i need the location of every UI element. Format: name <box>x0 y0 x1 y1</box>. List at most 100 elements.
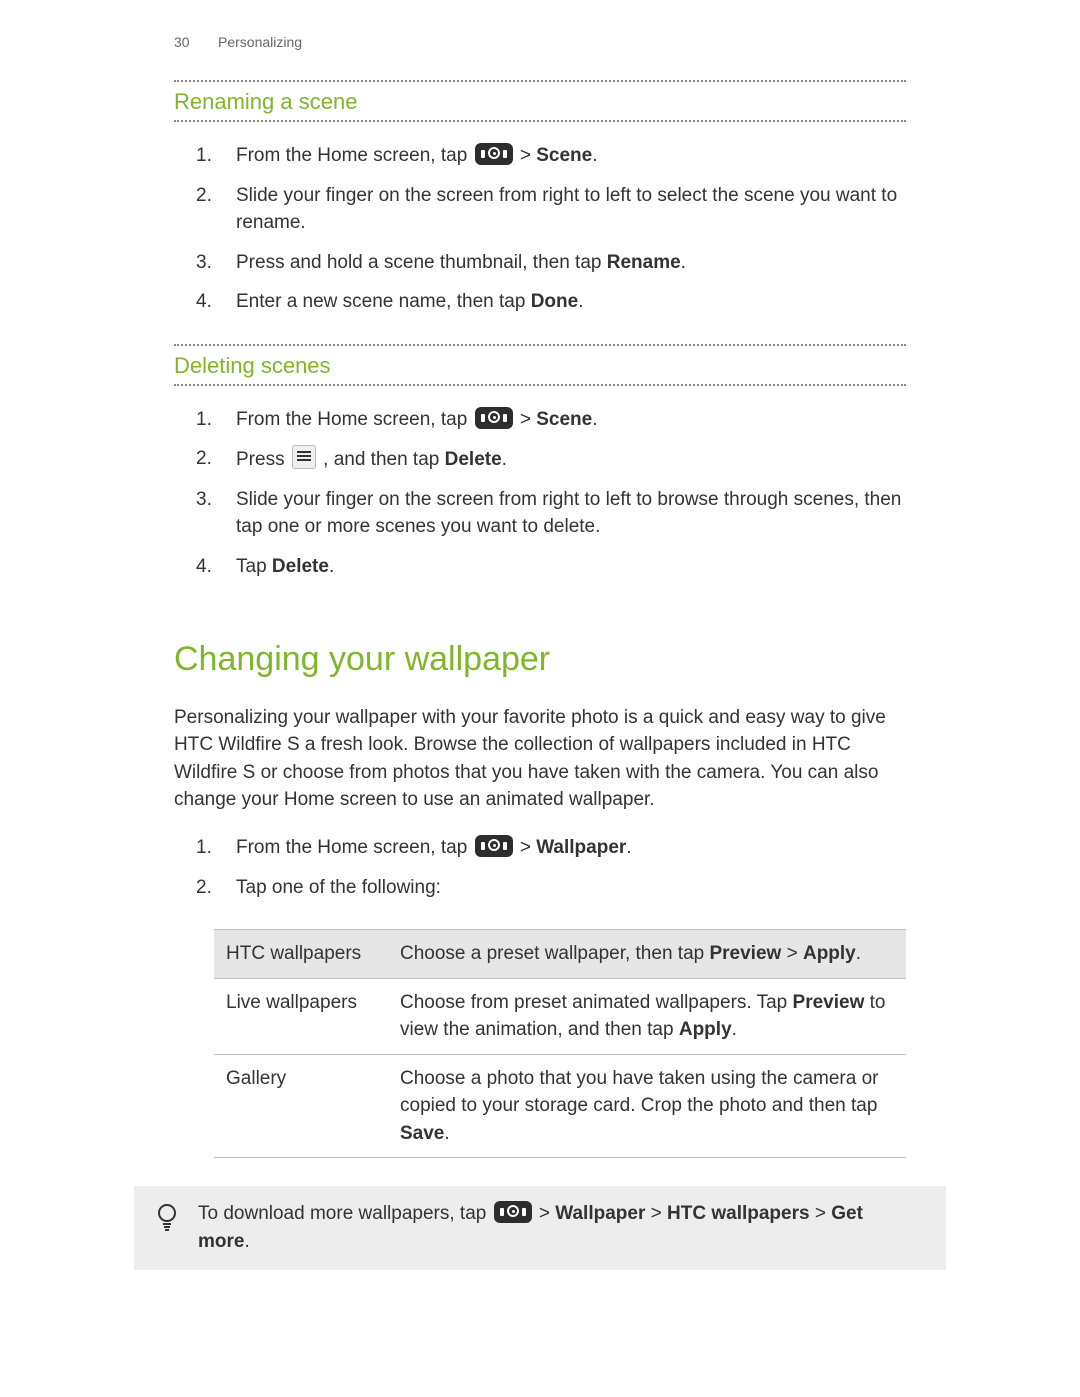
running-header: 30 Personalizing <box>174 32 906 52</box>
delete-label: Delete <box>445 449 502 470</box>
wallpaper-label: Wallpaper <box>555 1203 645 1224</box>
text: > <box>520 145 536 166</box>
apply-label: Apply <box>679 1019 732 1040</box>
lightbulb-icon <box>154 1202 180 1232</box>
list-item: 2. Slide your finger on the screen from … <box>196 176 906 243</box>
list-item: 2. Press , and then tap Delete. <box>196 439 906 480</box>
personalize-icon <box>475 407 513 429</box>
step-text: Tap one of the following: <box>236 874 906 902</box>
text: . <box>502 449 507 470</box>
text: . <box>732 1019 737 1040</box>
option-label-htc: HTC wallpapers <box>214 930 388 979</box>
personalize-icon <box>475 835 513 857</box>
delete-label: Delete <box>272 556 329 577</box>
step-number: 3. <box>196 249 222 277</box>
text: . <box>856 943 861 964</box>
rename-label: Rename <box>607 252 681 273</box>
wallpaper-label: Wallpaper <box>536 837 626 858</box>
table-row: Gallery Choose a photo that you have tak… <box>214 1054 906 1158</box>
text: From the Home screen, tap <box>236 145 473 166</box>
menu-icon <box>292 445 316 469</box>
step-number: 1. <box>196 406 222 434</box>
htc-wallpapers-label: HTC wallpapers <box>667 1203 810 1224</box>
step-number: 2. <box>196 874 222 902</box>
text: > <box>781 943 803 964</box>
text: > <box>520 837 536 858</box>
section-heading-renaming: Renaming a scene <box>174 80 906 122</box>
list-item: 1. From the Home screen, tap > Wallpaper… <box>196 828 906 868</box>
text: Press <box>236 449 290 470</box>
list-item: 4. Enter a new scene name, then tap Done… <box>196 282 906 322</box>
tip-text: To download more wallpapers, tap > Wallp… <box>198 1200 906 1255</box>
personalize-icon <box>494 1201 532 1223</box>
text: Press and hold a scene thumbnail, then t… <box>236 252 607 273</box>
list-item: 1. From the Home screen, tap > Scene. <box>196 136 906 176</box>
step-text: Slide your finger on the screen from rig… <box>236 486 906 541</box>
list-item: 1. From the Home screen, tap > Scene. <box>196 400 906 440</box>
step-text: From the Home screen, tap > Scene. <box>236 406 906 434</box>
step-number: 2. <box>196 182 222 237</box>
personalize-icon <box>475 143 513 165</box>
save-label: Save <box>400 1123 444 1144</box>
table-row: HTC wallpapers Choose a preset wallpaper… <box>214 930 906 979</box>
page: 30 Personalizing Renaming a scene 1. Fro… <box>0 0 1080 1310</box>
text: . <box>329 556 334 577</box>
option-desc: Choose from preset animated wallpapers. … <box>388 978 906 1054</box>
text: Tap <box>236 556 272 577</box>
section-heading-deleting: Deleting scenes <box>174 344 906 386</box>
list-item: 4. Tap Delete. <box>196 547 906 587</box>
text: . <box>681 252 686 273</box>
step-number: 1. <box>196 142 222 170</box>
text: Enter a new scene name, then tap <box>236 291 531 312</box>
text: Choose a preset wallpaper, then tap <box>400 943 709 964</box>
text: . <box>592 409 597 430</box>
text: . <box>244 1231 249 1252</box>
list-item: 3. Press and hold a scene thumbnail, the… <box>196 243 906 283</box>
apply-label: Apply <box>803 943 856 964</box>
text: , and then tap <box>323 449 445 470</box>
text: From the Home screen, tap <box>236 409 473 430</box>
text: > <box>520 409 536 430</box>
wallpaper-options-table: HTC wallpapers Choose a preset wallpaper… <box>214 929 906 1158</box>
step-text: From the Home screen, tap > Scene. <box>236 142 906 170</box>
text: Choose from preset animated wallpapers. … <box>400 992 793 1013</box>
step-text: Press , and then tap Delete. <box>236 445 906 474</box>
wallpaper-intro: Personalizing your wallpaper with your f… <box>174 704 906 814</box>
renaming-steps: 1. From the Home screen, tap > Scene. 2.… <box>174 136 906 322</box>
section-heading-wallpaper: Changing your wallpaper <box>174 635 906 684</box>
step-text: Slide your finger on the screen from rig… <box>236 182 906 237</box>
deleting-steps: 1. From the Home screen, tap > Scene. 2.… <box>174 400 906 587</box>
step-text: Tap Delete. <box>236 553 906 581</box>
step-number: 2. <box>196 445 222 474</box>
step-number: 4. <box>196 288 222 316</box>
text: . <box>578 291 583 312</box>
preview-label: Preview <box>709 943 781 964</box>
chapter-title: Personalizing <box>218 32 302 52</box>
step-text: From the Home screen, tap > Wallpaper. <box>236 834 906 862</box>
text: > <box>539 1203 555 1224</box>
text: > <box>645 1203 667 1224</box>
option-desc: Choose a preset wallpaper, then tap Prev… <box>388 930 906 979</box>
step-number: 3. <box>196 486 222 541</box>
text: . <box>444 1123 449 1144</box>
text: > <box>810 1203 832 1224</box>
wallpaper-steps: 1. From the Home screen, tap > Wallpaper… <box>174 828 906 907</box>
table-row: Live wallpapers Choose from preset anima… <box>214 978 906 1054</box>
done-label: Done <box>531 291 579 312</box>
list-item: 3. Slide your finger on the screen from … <box>196 480 906 547</box>
text: From the Home screen, tap <box>236 837 473 858</box>
option-label-live: Live wallpapers <box>214 978 388 1054</box>
list-item: 2. Tap one of the following: <box>196 868 906 908</box>
scene-label: Scene <box>536 409 592 430</box>
step-text: Enter a new scene name, then tap Done. <box>236 288 906 316</box>
step-text: Press and hold a scene thumbnail, then t… <box>236 249 906 277</box>
tip-box: To download more wallpapers, tap > Wallp… <box>134 1186 946 1269</box>
text: . <box>592 145 597 166</box>
option-desc: Choose a photo that you have taken using… <box>388 1054 906 1158</box>
scene-label: Scene <box>536 145 592 166</box>
preview-label: Preview <box>793 992 865 1013</box>
text: Choose a photo that you have taken using… <box>400 1068 878 1117</box>
text: To download more wallpapers, tap <box>198 1203 492 1224</box>
step-number: 4. <box>196 553 222 581</box>
option-label-gallery: Gallery <box>214 1054 388 1158</box>
